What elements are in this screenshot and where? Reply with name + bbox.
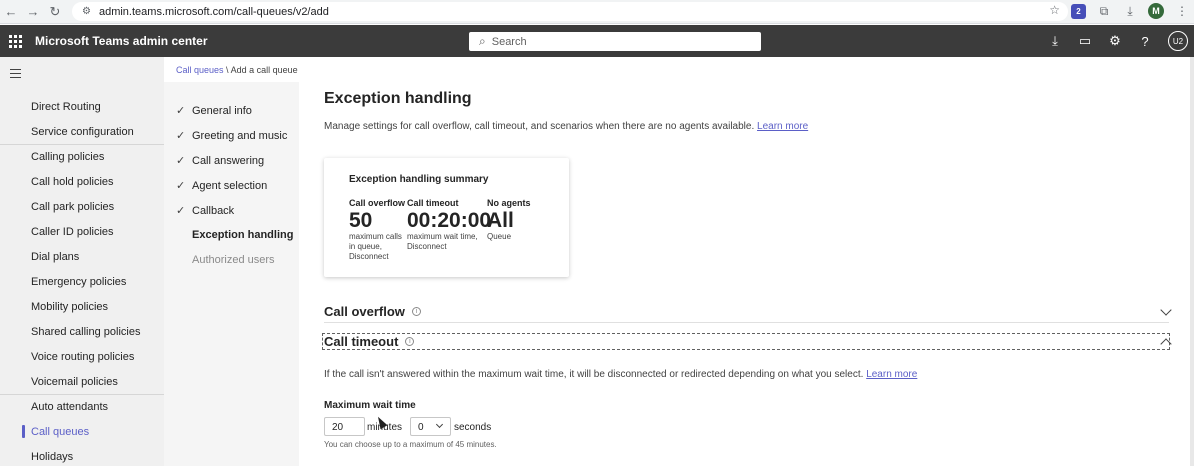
minutes-input[interactable]: 20 <box>324 417 365 436</box>
breadcrumb-current: Add a call queue <box>230 65 298 75</box>
extension-icons: 2 ⧉ ⤓ M ⋮ <box>1071 3 1190 19</box>
nav-item-calling-policies[interactable]: Calling policies <box>31 151 104 163</box>
nav-item-call-park-policies[interactable]: Call park policies <box>31 201 114 213</box>
step-greeting-and-music[interactable]: ✓ Greeting and music <box>176 129 287 143</box>
address-bar[interactable]: ⚙ admin.teams.microsoft.com/call-queues/… <box>72 2 1068 21</box>
site-info-icon[interactable]: ⚙ <box>82 6 91 17</box>
chevron-down-icon <box>435 420 444 429</box>
call-timeout-accordion[interactable]: Call timeout i <box>324 334 1172 350</box>
step-agent-selection[interactable]: ✓ Agent selection <box>176 179 267 193</box>
exception-summary-card: Exception handling summary Call overflow… <box>324 158 569 277</box>
nav-item-mobility-policies[interactable]: Mobility policies <box>31 301 108 313</box>
breadcrumb: Call queues \ Add a call queue <box>176 65 298 75</box>
forward-icon[interactable]: → <box>22 1 44 23</box>
puzzle-extensions-icon[interactable]: ⧉ <box>1096 3 1112 19</box>
call-overflow-accordion[interactable]: Call overflow i <box>324 304 1172 319</box>
breadcrumb-separator: \ <box>226 65 229 75</box>
timeout-learn-more-link[interactable]: Learn more <box>866 369 917 380</box>
info-icon[interactable]: i <box>411 307 421 316</box>
seconds-unit-label: seconds <box>454 422 492 433</box>
reload-icon[interactable]: ↻ <box>44 1 66 23</box>
seconds-select[interactable]: 0 <box>410 417 451 436</box>
header-actions: ⤓ ▭ ⚙ ? U2 <box>1040 25 1194 57</box>
step-callback[interactable]: ✓ Callback <box>176 204 234 218</box>
step-exception-handling[interactable]: Exception handling <box>176 229 293 241</box>
left-navigation: Direct Routing Service configuration Cal… <box>0 57 164 466</box>
nav-item-auto-attendants[interactable]: Auto attendants <box>31 401 108 413</box>
learn-more-link[interactable]: Learn more <box>757 121 808 132</box>
search-input[interactable]: ⌕ Search <box>469 32 761 51</box>
download-icon[interactable]: ⤓ <box>1122 3 1138 19</box>
info-icon[interactable]: i <box>405 337 415 346</box>
call-overflow-title: Call overflow <box>324 304 405 319</box>
nav-divider <box>0 394 164 395</box>
app-header: Microsoft Teams admin center ⌕ Search ⤓ … <box>0 25 1194 57</box>
nav-item-service-configuration[interactable]: Service configuration <box>31 126 134 138</box>
terminal-icon[interactable]: ▭ <box>1070 33 1100 49</box>
call-timeout-description: If the call isn't answered within the ma… <box>324 369 918 380</box>
url-text: admin.teams.microsoft.com/call-queues/v2… <box>98 5 329 18</box>
nav-item-voice-routing-policies[interactable]: Voice routing policies <box>31 351 134 363</box>
gear-icon[interactable]: ⚙ <box>1100 33 1130 49</box>
nav-active-indicator <box>22 425 25 438</box>
page-scrollbar[interactable] <box>1190 57 1194 466</box>
max-wait-time-label: Maximum wait time <box>324 400 416 411</box>
step-general-info[interactable]: ✓ General info <box>176 104 252 118</box>
max-wait-hint: You can choose up to a maximum of 45 min… <box>324 440 497 449</box>
nav-item-shared-calling-policies[interactable]: Shared calling policies <box>31 326 140 338</box>
main-content: Exception handling Manage settings for c… <box>299 82 1194 466</box>
page-description: Manage settings for call overflow, call … <box>324 121 809 132</box>
search-placeholder: Search <box>491 35 527 48</box>
wizard-steps: ✓ General info ✓ Greeting and music ✓ Call … <box>164 82 299 466</box>
section-divider <box>324 322 1169 323</box>
checkmark-icon: ✓ <box>176 155 186 167</box>
nav-item-voicemail-policies[interactable]: Voicemail policies <box>31 376 118 388</box>
nav-item-direct-routing[interactable]: Direct Routing <box>31 101 101 113</box>
metric-call-timeout: Call timeout 00:20:00 maximum wait time,… <box>407 198 492 251</box>
step-call-answering[interactable]: ✓ Call answering <box>176 154 264 168</box>
hamburger-menu-icon[interactable] <box>10 69 21 81</box>
search-icon: ⌕ <box>479 34 486 48</box>
summary-title: Exception handling summary <box>349 174 489 185</box>
checkmark-icon: ✓ <box>176 180 186 192</box>
nav-divider <box>0 144 164 145</box>
step-authorized-users[interactable]: Authorized users <box>176 254 275 266</box>
teams-extension-icon[interactable]: 2 <box>1071 3 1086 19</box>
app-title: Microsoft Teams admin center <box>35 34 208 48</box>
nav-item-caller-id-policies[interactable]: Caller ID policies <box>31 226 114 238</box>
call-timeout-title: Call timeout <box>324 334 399 349</box>
profile-avatar[interactable]: M <box>1148 3 1164 19</box>
nav-item-dial-plans[interactable]: Dial plans <box>31 251 79 263</box>
avatar[interactable]: U2 <box>1168 31 1188 51</box>
help-icon[interactable]: ? <box>1130 34 1160 49</box>
checkmark-icon: ✓ <box>176 105 186 117</box>
metric-call-overflow: Call overflow 50 maximum calls in queue,… <box>349 198 406 261</box>
more-menu-icon[interactable]: ⋮ <box>1174 3 1190 19</box>
seconds-value: 0 <box>418 422 424 433</box>
app-launcher-icon[interactable] <box>0 34 30 48</box>
back-icon[interactable]: ← <box>0 1 22 23</box>
nav-item-call-hold-policies[interactable]: Call hold policies <box>31 176 114 188</box>
browser-toolbar: ← → ↻ ⚙ admin.teams.microsoft.com/call-q… <box>0 0 1194 24</box>
nav-item-call-queues[interactable]: Call queues <box>31 426 89 438</box>
download-icon[interactable]: ⤓ <box>1040 33 1070 49</box>
checkmark-icon: ✓ <box>176 205 186 217</box>
bookmark-star-icon[interactable]: ☆ <box>1049 3 1060 17</box>
nav-item-emergency-policies[interactable]: Emergency policies <box>31 276 126 288</box>
breadcrumb-call-queues[interactable]: Call queues <box>176 65 224 75</box>
page-title: Exception handling <box>324 90 472 107</box>
chevron-down-icon[interactable] <box>1160 304 1172 316</box>
checkmark-icon: ✓ <box>176 130 186 142</box>
metric-no-agents: No agents All Queue <box>487 198 531 241</box>
nav-item-holidays[interactable]: Holidays <box>31 451 73 463</box>
